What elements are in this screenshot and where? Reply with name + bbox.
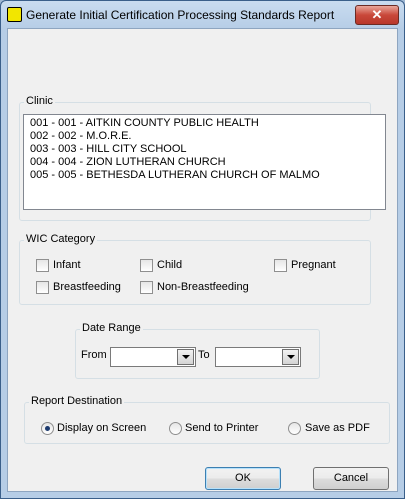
save-as-pdf-radio[interactable] (288, 422, 301, 435)
clinic-group-label: Clinic (24, 95, 55, 107)
send-to-printer-label: Send to Printer (185, 422, 259, 434)
date-range-label: Date Range (80, 322, 143, 334)
window-title: Generate Initial Certification Processin… (26, 8, 335, 22)
infant-label: Infant (53, 259, 81, 271)
list-item[interactable]: 005 - 005 - BETHESDA LUTHERAN CHURCH OF … (30, 169, 320, 181)
ok-button[interactable]: OK (205, 467, 281, 490)
title-bar[interactable]: Generate Initial Certification Processin… (1, 1, 404, 29)
child-checkbox[interactable] (140, 259, 153, 272)
list-item[interactable]: 004 - 004 - ZION LUTHERAN CHURCH (30, 156, 226, 168)
app-icon (7, 7, 22, 22)
list-item[interactable]: 002 - 002 - M.O.R.E. (30, 130, 131, 142)
report-destination-label: Report Destination (29, 395, 125, 407)
display-on-screen-radio[interactable] (41, 422, 54, 435)
infant-checkbox[interactable] (36, 259, 49, 272)
to-label: To (198, 349, 210, 361)
chevron-down-icon[interactable] (177, 349, 194, 365)
cancel-button[interactable]: Cancel (313, 467, 389, 490)
from-label: From (81, 349, 107, 361)
list-item[interactable]: 001 - 001 - AITKIN COUNTY PUBLIC HEALTH (30, 117, 259, 129)
display-on-screen-label: Display on Screen (57, 422, 147, 434)
send-to-printer-radio[interactable] (169, 422, 182, 435)
non-breastfeeding-checkbox[interactable] (140, 281, 153, 294)
to-date-combo[interactable] (215, 347, 301, 367)
pregnant-checkbox[interactable] (274, 259, 287, 272)
clinic-listbox[interactable]: 001 - 001 - AITKIN COUNTY PUBLIC HEALTH … (23, 114, 386, 210)
wic-category-group: WIC Category (19, 233, 371, 305)
chevron-down-icon[interactable] (282, 349, 299, 365)
non-breastfeeding-label: Non-Breastfeeding (157, 281, 249, 293)
breastfeeding-checkbox[interactable] (36, 281, 49, 294)
save-as-pdf-label: Save as PDF (305, 422, 370, 434)
close-button[interactable]: ✕ (355, 5, 399, 25)
child-label: Child (157, 259, 183, 271)
list-item[interactable]: 003 - 003 - HILL CITY SCHOOL (30, 143, 187, 155)
from-date-combo[interactable] (110, 347, 196, 367)
wic-category-label: WIC Category (24, 233, 98, 245)
pregnant-label: Pregnant (291, 259, 336, 271)
breastfeeding-label: Breastfeeding (53, 281, 121, 293)
